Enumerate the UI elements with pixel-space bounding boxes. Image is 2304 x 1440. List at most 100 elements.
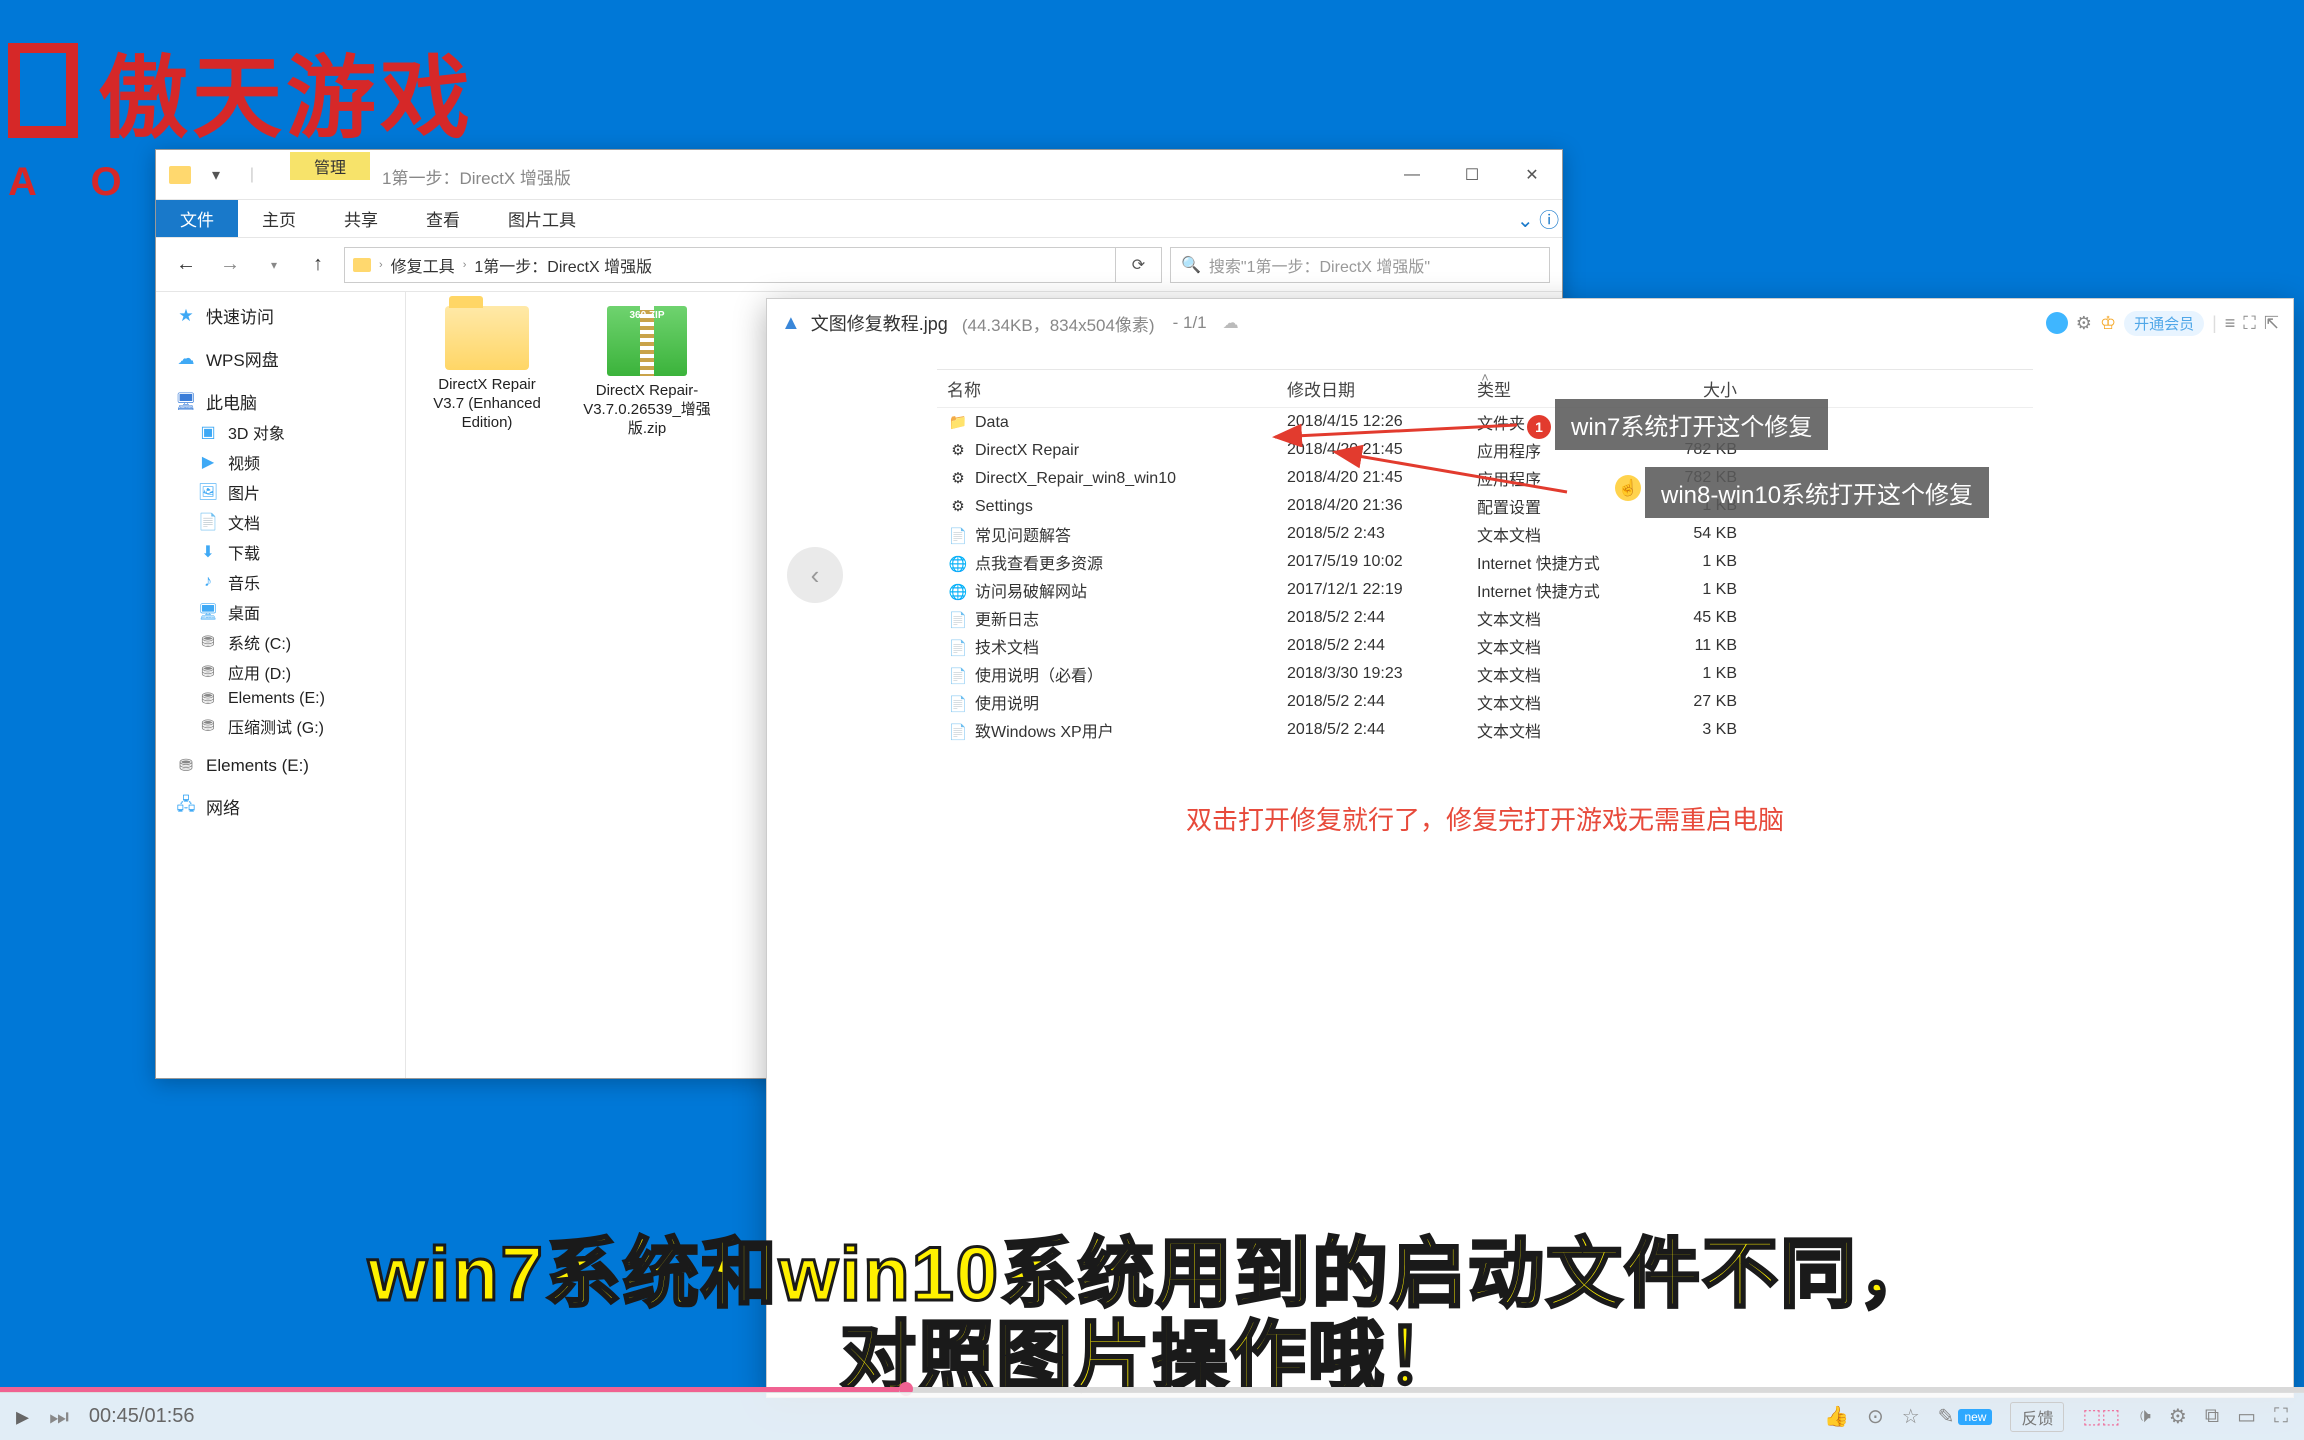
- qat-down-icon[interactable]: ▾: [200, 159, 232, 191]
- window-title: 1第一步：DirectX 增强版: [370, 150, 1382, 199]
- col-type: 类型: [1477, 376, 1647, 401]
- breadcrumb-seg-2[interactable]: 1第一步：DirectX 增强版: [474, 253, 652, 277]
- like-icon[interactable]: 👍: [1824, 1404, 1849, 1429]
- breadcrumb-seg-1[interactable]: 修复工具: [391, 253, 455, 277]
- next-button[interactable]: ⏭: [49, 1404, 69, 1430]
- tab-file[interactable]: 文件: [156, 200, 238, 237]
- sidebar-this-pc[interactable]: 🖥此电脑: [156, 386, 405, 417]
- fullscreen-icon[interactable]: ⛶: [2243, 313, 2256, 334]
- brand-chinese: 傲天游戏: [98, 25, 474, 155]
- note-icon[interactable]: ✎new: [1938, 1404, 1993, 1429]
- sidebar-3d[interactable]: ▣3D 对象: [156, 417, 405, 447]
- list-row: 📄更新日志2018/5/2 2:44文本文档45 KB: [937, 604, 2033, 632]
- tab-home[interactable]: 主页: [238, 200, 320, 237]
- fullscreen-icon[interactable]: ⛶: [2274, 1405, 2288, 1428]
- nav-back-button[interactable]: ←: [168, 247, 204, 283]
- annotation-number-1: 1: [1527, 415, 1551, 439]
- search-icon: 🔍: [1181, 255, 1201, 275]
- annotation-win7: win7系统打开这个修复: [1555, 399, 1828, 450]
- menu-icon[interactable]: ≡: [2225, 313, 2236, 334]
- breadcrumb-folder-icon: [353, 258, 371, 272]
- tab-share[interactable]: 共享: [320, 200, 402, 237]
- nav-recent-dropdown[interactable]: ▾: [256, 247, 292, 283]
- sidebar-downloads[interactable]: ⬇下载: [156, 537, 405, 567]
- time-display: 00:45/01:56: [89, 1405, 195, 1428]
- list-row: 🌐访问易破解网站2017/12/1 22:19Internet 快捷方式1 KB: [937, 576, 2033, 604]
- ribbon-tabs: 文件 主页 共享 查看 图片工具 ⌄ ⓘ: [156, 200, 1562, 238]
- context-tab-manage[interactable]: 管理: [290, 152, 370, 180]
- play-button[interactable]: ▸: [16, 1401, 29, 1432]
- file-label: DirectX Repair V3.7 (Enhanced Edition): [422, 376, 552, 432]
- maximize-button[interactable]: ☐: [1442, 150, 1502, 199]
- list-row: ⚙DirectX Repair2018/4/20 21:45应用程序782 KB: [937, 436, 2033, 464]
- viewer-logo-icon: ▲: [781, 312, 801, 335]
- titlebar: ▾ | 管理 1第一步：DirectX 增强版 — ☐ ✕: [156, 150, 1562, 200]
- settings-icon[interactable]: ⚙: [2169, 1404, 2187, 1429]
- sidebar-desktop[interactable]: 🖥桌面: [156, 597, 405, 627]
- prev-image-button[interactable]: ‹: [787, 547, 843, 603]
- list-row: 📄常见问题解答2018/5/2 2:43文本文档54 KB: [937, 520, 2033, 548]
- sidebar-elements[interactable]: ⛃Elements (E:): [156, 753, 405, 779]
- list-row: 🌐点我查看更多资源2017/5/19 10:02Internet 快捷方式1 K…: [937, 548, 2033, 576]
- pin-icon[interactable]: ⇱: [2264, 313, 2279, 334]
- nav-up-button[interactable]: ↑: [300, 247, 336, 283]
- viewer-pager: - 1/1: [1173, 313, 1207, 333]
- col-date: 修改日期: [1287, 376, 1477, 401]
- viewer-titlebar: ▲ 文图修复教程.jpg (44.34KB，834x504像素) - 1/1 ☁…: [767, 299, 2293, 347]
- vip-avatar-icon[interactable]: [2046, 312, 2068, 334]
- tab-picture-tools[interactable]: 图片工具: [484, 200, 600, 237]
- pip-icon[interactable]: ⧉: [2205, 1405, 2219, 1428]
- player-controls: ▸ ⏭ 00:45/01:56 👍 ⊙ ☆ ✎new 反馈 ⬚⬚ 🕩 ⚙ ⧉ ▭…: [0, 1392, 2304, 1440]
- viewer-meta: (44.34KB，834x504像素): [962, 311, 1155, 336]
- zip-icon: 360 ZIP: [607, 306, 687, 376]
- sidebar-drive-g[interactable]: ⛃压缩测试 (G:): [156, 711, 405, 741]
- pc-icon: 🖥: [176, 393, 196, 411]
- sidebar-drive-c[interactable]: ⛃系统 (C:): [156, 627, 405, 657]
- star-icon: ★: [176, 307, 196, 325]
- sidebar-quick-access[interactable]: ★快速访问: [156, 300, 405, 331]
- sidebar-wps[interactable]: ☁WPS网盘: [156, 343, 405, 374]
- url-icon: 🌐: [947, 554, 969, 574]
- sidebar-drive-e[interactable]: ⛃Elements (E:): [156, 687, 405, 711]
- txt-icon: 📄: [947, 526, 969, 546]
- tab-view[interactable]: 查看: [402, 200, 484, 237]
- sidebar-network[interactable]: 🖧网络: [156, 791, 405, 822]
- txt-icon: 📄: [947, 694, 969, 714]
- url-icon: 🌐: [947, 582, 969, 602]
- file-item-folder[interactable]: DirectX Repair V3.7 (Enhanced Edition): [422, 306, 552, 432]
- feedback-button[interactable]: 反馈: [2010, 1402, 2064, 1432]
- list-row: 📄技术文档2018/5/2 2:44文本文档11 KB: [937, 632, 2033, 660]
- file-item-zip[interactable]: 360 ZIP DirectX Repair-V3.7.0.26539_增强版.…: [582, 306, 712, 438]
- quality-icon[interactable]: ⬚⬚: [2082, 1404, 2120, 1429]
- folder-icon: [445, 306, 529, 370]
- sidebar-music[interactable]: ♪音乐: [156, 567, 405, 597]
- sidebar-videos[interactable]: ▶视频: [156, 447, 405, 477]
- close-button[interactable]: ✕: [1502, 150, 1562, 199]
- annotation-win8-10: win8-win10系统打开这个修复: [1645, 467, 1989, 518]
- qat-sep: |: [236, 159, 268, 191]
- refresh-button[interactable]: ⟳: [1116, 247, 1162, 283]
- wide-icon[interactable]: ▭: [2237, 1404, 2256, 1429]
- vip-button[interactable]: 开通会员: [2124, 311, 2204, 336]
- volume-icon[interactable]: 🕩: [2138, 1405, 2151, 1428]
- sidebar-pictures[interactable]: 🖼图片: [156, 477, 405, 507]
- txt-icon: 📄: [947, 666, 969, 686]
- gear-icon[interactable]: ⚙: [2076, 313, 2092, 334]
- nav-forward-button[interactable]: →: [212, 247, 248, 283]
- search-input[interactable]: 🔍 搜索"1第一步：DirectX 增强版": [1170, 247, 1550, 283]
- minimize-button[interactable]: —: [1382, 150, 1442, 199]
- viewer-filename: 文图修复教程.jpg: [811, 310, 948, 336]
- file-label: DirectX Repair-V3.7.0.26539_增强版.zip: [582, 382, 712, 438]
- sidebar-documents[interactable]: 📄文档: [156, 507, 405, 537]
- ribbon-help-icon[interactable]: ⌄ ⓘ: [1514, 200, 1562, 237]
- list-row: 📁Data2018/4/15 12:26文件夹: [937, 408, 2033, 436]
- folder-icon: [164, 159, 196, 191]
- pointer-hand-icon: ☝: [1615, 475, 1641, 501]
- nav-pane: ★快速访问 ☁WPS网盘 🖥此电脑 ▣3D 对象 ▶视频 🖼图片 📄文档 ⬇下载…: [156, 292, 406, 1078]
- crown-icon[interactable]: ♔: [2100, 313, 2116, 334]
- sidebar-drive-d[interactable]: ⛃应用 (D:): [156, 657, 405, 687]
- cloud-upload-icon[interactable]: ☁: [1223, 313, 1239, 333]
- coin-icon[interactable]: ⊙: [1867, 1404, 1884, 1429]
- breadcrumb[interactable]: › 修复工具 › 1第一步：DirectX 增强版: [344, 247, 1116, 283]
- fav-icon[interactable]: ☆: [1902, 1404, 1920, 1429]
